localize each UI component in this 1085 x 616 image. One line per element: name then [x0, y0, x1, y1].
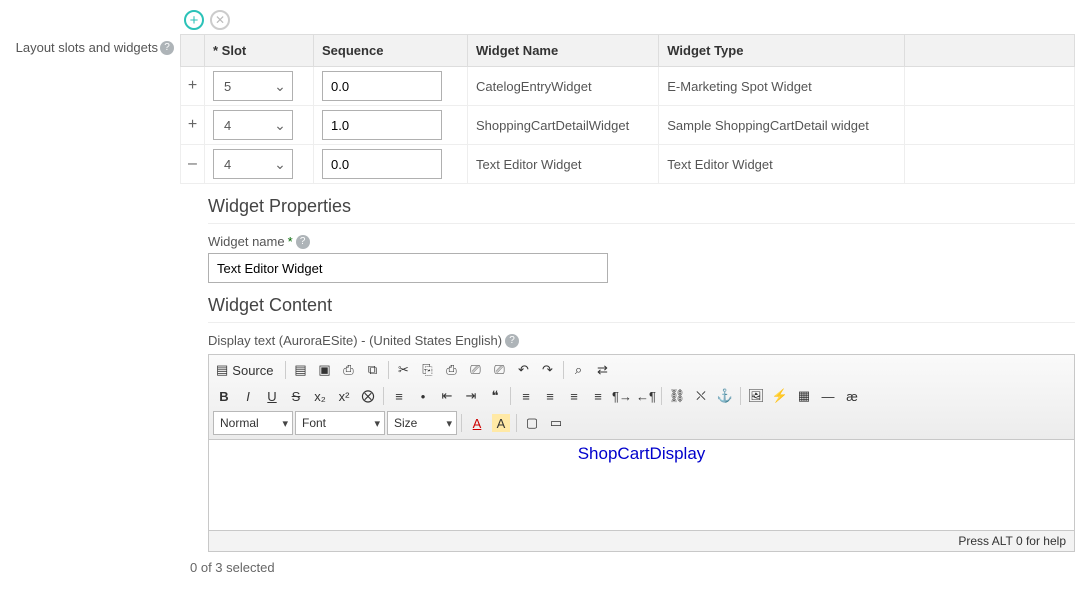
widget-content-header: Widget Content: [208, 295, 1075, 316]
source-icon: ▤: [216, 362, 228, 378]
remove-format-button[interactable]: ⨂: [357, 385, 379, 407]
widget-type-cell: Sample ShoppingCartDetail widget: [659, 106, 905, 145]
replace-button[interactable]: ⇄: [592, 359, 614, 381]
paste-button[interactable]: ⎙: [441, 359, 463, 381]
rich-text-editor: ▤Source ▤ ▣ ⎙ ⧉ ✂ ⎘ ⎙ ⎚ ⎚ ↶ ↷ ⌕ ⇄: [208, 354, 1075, 552]
close-button[interactable]: ✕: [210, 10, 230, 30]
bold-button[interactable]: B: [213, 385, 235, 407]
help-icon[interactable]: ?: [505, 334, 519, 348]
widget-name-input[interactable]: [208, 253, 608, 283]
format-select[interactable]: Normal: [213, 411, 293, 435]
widget-type-cell: E-Marketing Spot Widget: [659, 67, 905, 106]
chevron-down-icon: ⌄: [268, 156, 292, 173]
help-icon[interactable]: ?: [296, 235, 310, 249]
maximize-button[interactable]: ▢: [521, 412, 543, 434]
italic-button[interactable]: I: [237, 385, 259, 407]
section-label: Layout slots and widgets ?: [10, 10, 180, 55]
table-row[interactable]: +4⌄ ShoppingCartDetailWidgetSample Shoppi…: [181, 106, 1075, 145]
slot-select[interactable]: 5⌄: [213, 71, 293, 101]
row-expand-button[interactable]: –: [181, 145, 205, 184]
widget-name-label: Widget name: [208, 234, 285, 249]
row-expand-button[interactable]: +: [181, 106, 205, 145]
col-widget-name: Widget Name: [467, 35, 658, 67]
newdoc-button[interactable]: ▤: [290, 359, 312, 381]
help-icon[interactable]: ?: [160, 41, 174, 55]
flash-button[interactable]: ⚡: [769, 385, 791, 407]
widget-name-cell: ShoppingCartDetailWidget: [467, 106, 658, 145]
find-button[interactable]: ⌕: [568, 359, 590, 381]
save-button[interactable]: ▣: [314, 359, 336, 381]
sequence-input[interactable]: [322, 71, 442, 101]
underline-button[interactable]: U: [261, 385, 283, 407]
image-button[interactable]: 🖼: [745, 385, 767, 407]
row-expand-button[interactable]: +: [181, 67, 205, 106]
display-text-label: Display text (AuroraESite) - (United Sta…: [208, 333, 502, 348]
paste-text-button[interactable]: ⎚: [465, 359, 487, 381]
text-color-button[interactable]: A: [466, 412, 488, 434]
rtl-button[interactable]: ←¶: [635, 385, 657, 407]
chevron-down-icon: ⌄: [268, 117, 292, 134]
cut-button[interactable]: ✂: [393, 359, 415, 381]
col-slot: * Slot: [205, 35, 314, 67]
strike-button[interactable]: S: [285, 385, 307, 407]
col-blank: [905, 35, 1075, 67]
body-link[interactable]: ShopCartDisplay: [578, 444, 706, 463]
col-sequence: Sequence: [314, 35, 468, 67]
widget-type-cell: Text Editor Widget: [659, 145, 905, 184]
hr-button[interactable]: —: [817, 385, 839, 407]
unordered-list-button[interactable]: •: [412, 385, 434, 407]
specialchar-button[interactable]: æ: [841, 385, 863, 407]
indent-button[interactable]: ⇥: [460, 385, 482, 407]
print-button[interactable]: ⎙: [338, 359, 360, 381]
redo-button[interactable]: ↷: [537, 359, 559, 381]
ltr-button[interactable]: ¶→: [611, 385, 633, 407]
widget-name-cell: Text Editor Widget: [467, 145, 658, 184]
source-button[interactable]: ▤Source: [213, 359, 281, 381]
unlink-button[interactable]: ⛌: [690, 385, 712, 407]
outdent-button[interactable]: ⇤: [436, 385, 458, 407]
col-action: [181, 35, 205, 67]
editor-status-bar: Press ALT 0 for help: [209, 530, 1074, 551]
col-widget-type: Widget Type: [659, 35, 905, 67]
align-center-button[interactable]: ≡: [539, 385, 561, 407]
superscript-button[interactable]: x²: [333, 385, 355, 407]
subscript-button[interactable]: x₂: [309, 385, 331, 407]
preview-button[interactable]: ⧉: [362, 359, 384, 381]
font-select[interactable]: Font: [295, 411, 385, 435]
paste-word-button[interactable]: ⎚: [489, 359, 511, 381]
slot-select[interactable]: 4⌄: [213, 110, 293, 140]
table-row[interactable]: +5⌄ CatelogEntryWidgetE-Marketing Spot Wi…: [181, 67, 1075, 106]
table-button[interactable]: ▦: [793, 385, 815, 407]
align-right-button[interactable]: ≡: [563, 385, 585, 407]
bg-color-button[interactable]: A: [492, 414, 510, 432]
selection-status: 0 of 3 selected: [180, 552, 1075, 575]
link-button[interactable]: ⛓: [666, 385, 688, 407]
ordered-list-button[interactable]: ≡: [388, 385, 410, 407]
size-select[interactable]: Size: [387, 411, 457, 435]
widget-name-cell: CatelogEntryWidget: [467, 67, 658, 106]
sequence-input[interactable]: [322, 149, 442, 179]
widget-properties-header: Widget Properties: [208, 196, 1075, 217]
align-left-button[interactable]: ≡: [515, 385, 537, 407]
slot-select[interactable]: 4⌄: [213, 149, 293, 179]
align-justify-button[interactable]: ≡: [587, 385, 609, 407]
editor-body[interactable]: ShopCartDisplay: [209, 440, 1074, 530]
widgets-table: * Slot Sequence Widget Name Widget Type …: [180, 34, 1075, 184]
required-mark: *: [288, 234, 293, 249]
anchor-button[interactable]: ⚓: [714, 385, 736, 407]
show-blocks-button[interactable]: ▭: [545, 412, 567, 434]
blockquote-button[interactable]: ❝: [484, 385, 506, 407]
table-row[interactable]: –4⌄ Text Editor WidgetText Editor Widget: [181, 145, 1075, 184]
sequence-input[interactable]: [322, 110, 442, 140]
copy-button[interactable]: ⎘: [417, 359, 439, 381]
add-row-button[interactable]: +: [184, 10, 204, 30]
undo-button[interactable]: ↶: [513, 359, 535, 381]
chevron-down-icon: ⌄: [268, 78, 292, 95]
